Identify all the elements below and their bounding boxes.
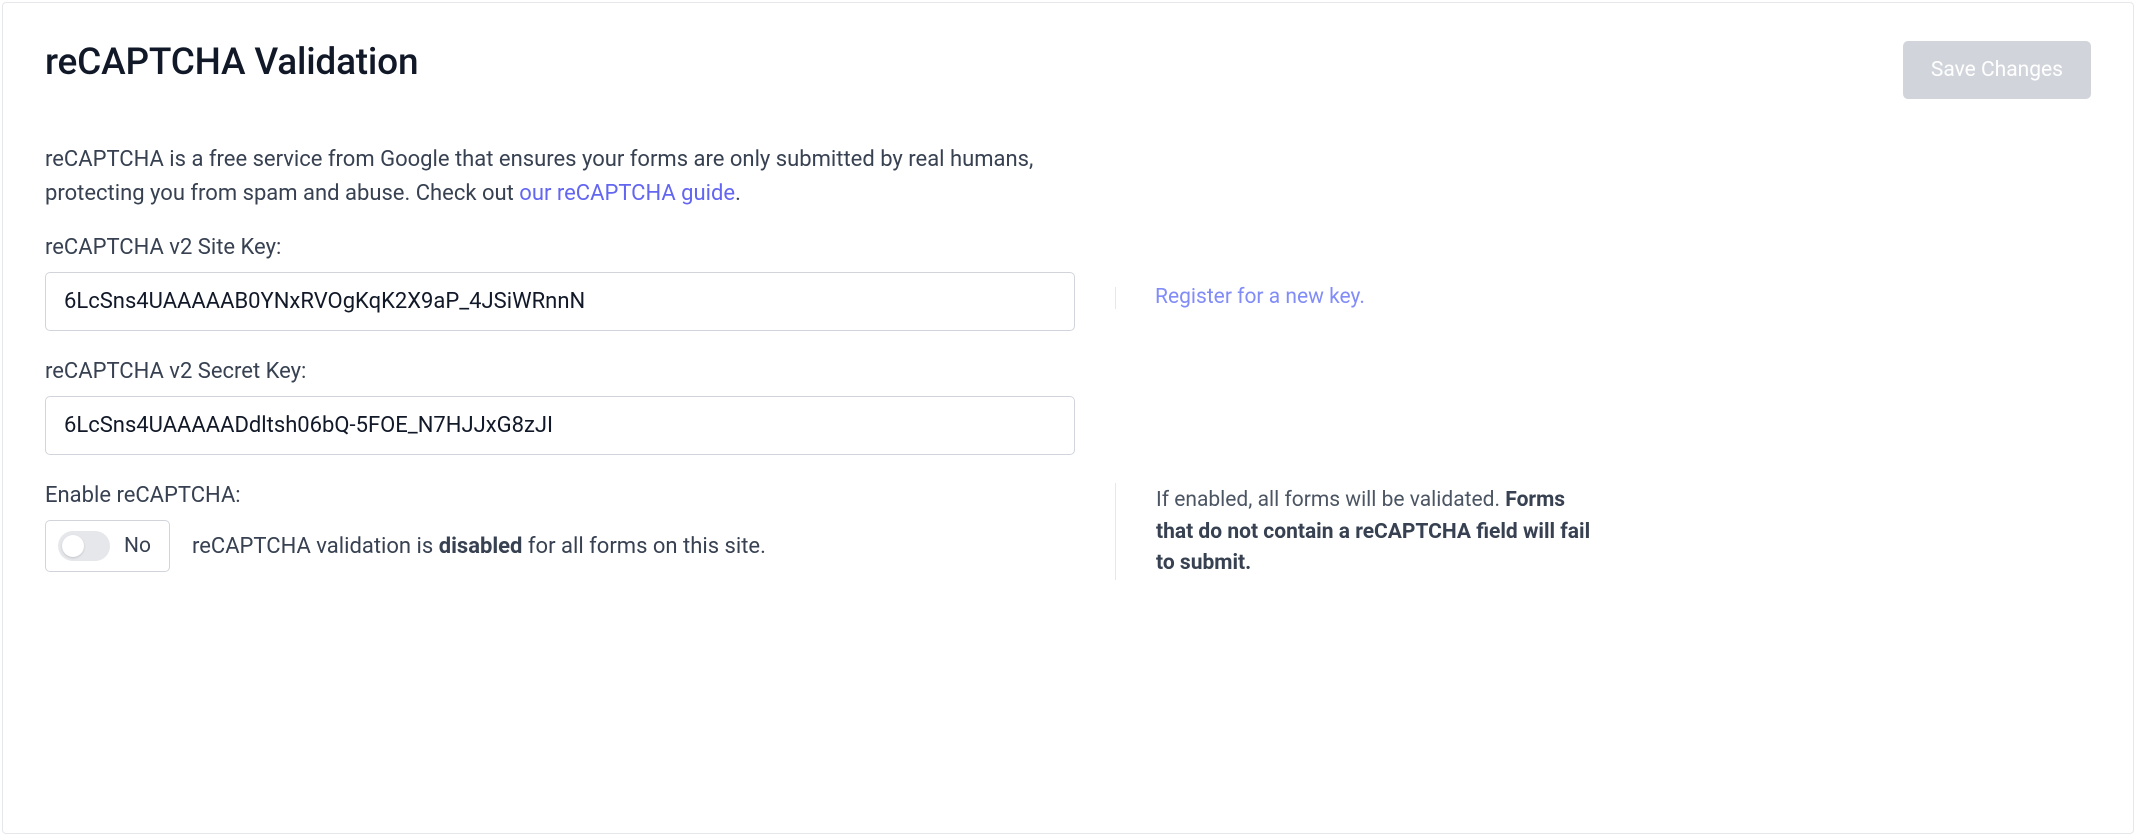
status-strong: disabled	[439, 534, 523, 559]
save-changes-button[interactable]: Save Changes	[1903, 41, 2091, 99]
secret-key-left: reCAPTCHA v2 Secret Key:	[45, 359, 1075, 455]
enable-help-text: If enabled, all forms will be validated.…	[1156, 485, 1595, 580]
recaptcha-settings-panel: reCAPTCHA Validation Save Changes reCAPT…	[2, 2, 2134, 834]
toggle-box: No	[45, 520, 170, 572]
divider-line	[1115, 287, 1116, 309]
status-suffix: for all forms on this site.	[522, 534, 765, 559]
site-key-left: reCAPTCHA v2 Site Key:	[45, 235, 1075, 331]
site-key-row: reCAPTCHA v2 Site Key: Register for a ne…	[45, 235, 2091, 331]
secret-key-row: reCAPTCHA v2 Secret Key:	[45, 359, 2091, 455]
page-title: reCAPTCHA Validation	[45, 41, 418, 84]
help-prefix: If enabled, all forms will be validated.	[1156, 488, 1505, 512]
enable-label: Enable reCAPTCHA:	[45, 483, 1075, 508]
header-row: reCAPTCHA Validation Save Changes	[45, 41, 2091, 99]
secret-key-label: reCAPTCHA v2 Secret Key:	[45, 359, 1075, 384]
toggle-status-text: reCAPTCHA validation is disabled for all…	[192, 534, 766, 559]
register-new-key-link[interactable]: Register for a new key.	[1155, 285, 1365, 309]
enable-row: Enable reCAPTCHA: No reCAPTCHA validatio…	[45, 483, 2091, 580]
toggle-container: No reCAPTCHA validation is disabled for …	[45, 520, 1075, 572]
secret-key-input[interactable]	[45, 396, 1075, 455]
site-key-label: reCAPTCHA v2 Site Key:	[45, 235, 1075, 260]
site-key-input[interactable]	[45, 272, 1075, 331]
enable-left: Enable reCAPTCHA: No reCAPTCHA validatio…	[45, 483, 1075, 572]
toggle-state-label: No	[124, 534, 151, 558]
status-prefix: reCAPTCHA validation is	[192, 534, 439, 559]
toggle-knob	[62, 535, 84, 557]
description-text: reCAPTCHA is a free service from Google …	[45, 143, 1045, 211]
site-key-side: Register for a new key.	[1115, 235, 1365, 309]
recaptcha-guide-link[interactable]: our reCAPTCHA guide	[519, 181, 735, 206]
description-suffix: .	[735, 181, 741, 206]
enable-recaptcha-toggle[interactable]	[58, 531, 110, 561]
enable-help-side: If enabled, all forms will be validated.…	[1115, 483, 1595, 580]
